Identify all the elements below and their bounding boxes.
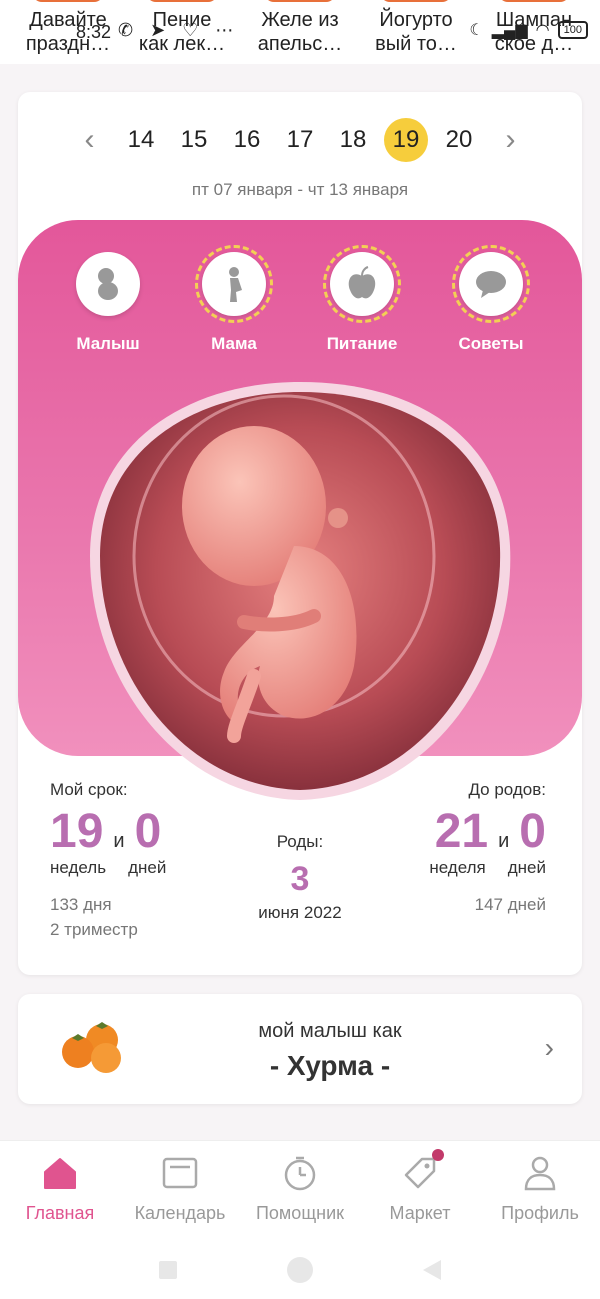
week-number: 14: [127, 126, 155, 153]
tab-tips[interactable]: Советы: [426, 245, 556, 354]
chevron-right-icon: ›: [544, 1032, 554, 1063]
birth-title: Роды:: [276, 832, 324, 851]
tab-nutrition[interactable]: Питание: [297, 245, 427, 354]
fruit-name: - Хурма -: [269, 1050, 391, 1081]
story-thumbnail: [32, 0, 104, 2]
recents-button[interactable]: [159, 1260, 177, 1279]
nav-label: Календарь: [134, 1203, 226, 1223]
timer-icon: [240, 1153, 360, 1193]
week-number: 19: [384, 118, 428, 162]
week-item[interactable]: 20: [433, 118, 486, 162]
battery-icon: 100: [557, 21, 588, 39]
pregnant-woman-icon: [195, 245, 273, 323]
chevron-right-icon[interactable]: ›: [486, 118, 536, 162]
fruit-caption: мой малыш как: [258, 1020, 402, 1042]
calendar-icon: [120, 1153, 240, 1193]
nav-label: Помощник: [255, 1203, 344, 1223]
nav-assistant[interactable]: Помощник: [240, 1141, 360, 1240]
signal-icon: ▂▄▆: [491, 22, 528, 39]
back-button[interactable]: [423, 1259, 441, 1280]
remaining-days-unit: дней: [507, 858, 546, 877]
moon-icon: ☾: [469, 22, 484, 39]
week-number: 17: [286, 126, 314, 153]
story-thumbnail: [380, 0, 452, 2]
term-weeks-unit: недель: [50, 858, 107, 877]
term-and: и: [113, 830, 125, 852]
week-item[interactable]: 18: [327, 118, 380, 162]
week-item[interactable]: 16: [221, 118, 274, 162]
week-number: 18: [339, 126, 367, 153]
remaining-days: 0: [519, 805, 546, 858]
chat-bubble-icon: [452, 245, 530, 323]
notification-badge: [432, 1149, 444, 1161]
term-weeks: 19: [50, 805, 104, 858]
nav-label: Маркет: [389, 1203, 451, 1223]
category-tabs: Малыш Мама Питание Советы: [18, 245, 582, 354]
nav-profile[interactable]: Профиль: [480, 1141, 600, 1240]
pregnancy-card: ‹ 14 15 16 17 18 19 20 › пт 07 января - …: [18, 92, 582, 975]
week-item[interactable]: 17: [274, 118, 327, 162]
week-number: 15: [180, 126, 208, 153]
week-selector: ‹ 14 15 16 17 18 19 20 ›: [18, 118, 582, 162]
week-date-range: пт 07 января - чт 13 января: [191, 180, 409, 199]
week-item[interactable]: 14: [115, 118, 168, 162]
bottom-nav: Главная Календарь Помощник Маркет Профил…: [0, 1140, 600, 1240]
remaining-title: До родов:: [468, 780, 546, 799]
birth-day: 3: [290, 860, 310, 898]
apple-icon: [323, 245, 401, 323]
nav-label: Главная: [25, 1203, 95, 1223]
tab-label: Питание: [326, 334, 398, 353]
status-bar: 8:32 ✆ ➤ ♡ ⋯ ☾ ▂▄▆ ◠ 100: [0, 20, 600, 52]
tab-label: Советы: [458, 334, 524, 353]
chevron-left-icon[interactable]: ‹: [65, 118, 115, 162]
baby-size-card[interactable]: мой малыш как - Хурма - ›: [18, 994, 582, 1104]
nav-label: Профиль: [501, 1203, 579, 1223]
birth-date: Роды: 3 июня 2022: [230, 832, 370, 923]
tab-baby[interactable]: Малыш: [43, 252, 173, 354]
week-item-active[interactable]: 19: [380, 118, 433, 162]
story-thumbnail: [264, 0, 336, 2]
term-days-unit: дней: [128, 858, 167, 877]
tag-icon: [360, 1153, 480, 1193]
remaining-total-days: 147 дней: [474, 895, 546, 914]
home-button[interactable]: [287, 1256, 313, 1283]
profile-icon: [480, 1153, 600, 1193]
notification-icons: ✆ ➤ ♡ ⋯: [118, 20, 240, 40]
persimmon-icon: [62, 1022, 121, 1073]
week-item[interactable]: 15: [168, 118, 221, 162]
remaining-weeks: 21: [434, 805, 489, 858]
birth-month-year: июня 2022: [258, 903, 342, 922]
tab-label: Мама: [211, 334, 257, 353]
tab-mom[interactable]: Мама: [169, 245, 299, 354]
home-icon: [0, 1153, 120, 1193]
status-time: 8:32: [76, 22, 112, 42]
embryo-illustration[interactable]: [84, 376, 516, 804]
story-thumbnail: [498, 0, 570, 2]
wifi-icon: ◠: [535, 22, 550, 39]
remaining-weeks-unit: неделя: [429, 858, 486, 877]
nav-market[interactable]: Маркет: [360, 1141, 480, 1240]
term-days: 0: [134, 805, 162, 858]
term-trimester: 2 триместр: [50, 920, 138, 939]
baby-icon: [76, 252, 140, 316]
my-term: Мой срок: 19 и 0 недель дней 133 дня 2 т…: [50, 780, 166, 942]
tab-label: Малыш: [76, 334, 140, 353]
time-remaining: До родов: 21 и 0 неделя дней 147 дней: [429, 780, 546, 917]
system-icons: ☾ ▂▄▆ ◠ 100: [469, 20, 588, 40]
system-nav-bar: [0, 1240, 600, 1299]
nav-calendar[interactable]: Календарь: [120, 1141, 240, 1240]
story-thumbnail: [146, 0, 218, 2]
week-number: 20: [445, 126, 473, 153]
term-total-days: 133 дня: [50, 895, 112, 914]
week-number: 16: [233, 126, 261, 153]
nav-home[interactable]: Главная: [0, 1141, 120, 1240]
term-title: Мой срок:: [50, 780, 128, 799]
remaining-and: и: [498, 830, 510, 852]
